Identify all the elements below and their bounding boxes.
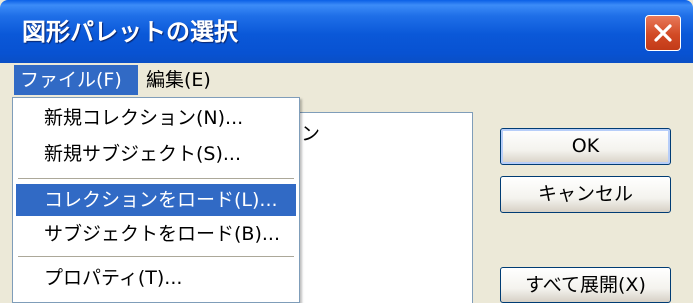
menu-item-properties[interactable]: プロパティ(T)...: [16, 262, 296, 294]
list-item[interactable]: ン: [301, 119, 320, 146]
menu-item-load-subject[interactable]: サブジェクトをロード(B)...: [16, 218, 296, 250]
menu-item-load-collection[interactable]: コレクションをロード(L)...: [16, 184, 296, 216]
close-button[interactable]: [645, 15, 681, 51]
menu-item-new-collection[interactable]: 新規コレクション(N)...: [16, 102, 296, 134]
menu-file[interactable]: ファイル(F): [14, 65, 138, 95]
file-menu-dropdown: 新規コレクション(N)... 新規サブジェクト(S)... コレクションをロード…: [12, 97, 300, 303]
menu-separator: [18, 178, 294, 179]
menu-item-new-subject[interactable]: 新規サブジェクト(S)...: [16, 138, 296, 170]
menu-bar: ファイル(F) 編集(E): [0, 63, 693, 99]
ok-button[interactable]: OK: [500, 128, 671, 165]
palette-select-dialog: 図形パレットの選択 ファイル(F) 編集(E) ン OK キャンセル すべて展開…: [0, 0, 693, 303]
expand-all-button[interactable]: すべて展開(X): [500, 267, 671, 303]
close-icon: [654, 24, 672, 42]
menu-separator: [18, 256, 294, 257]
window-title: 図形パレットの選択: [22, 18, 238, 46]
cancel-button[interactable]: キャンセル: [500, 176, 671, 213]
menu-edit[interactable]: 編集(E): [140, 65, 217, 95]
title-bar[interactable]: 図形パレットの選択: [0, 0, 693, 63]
